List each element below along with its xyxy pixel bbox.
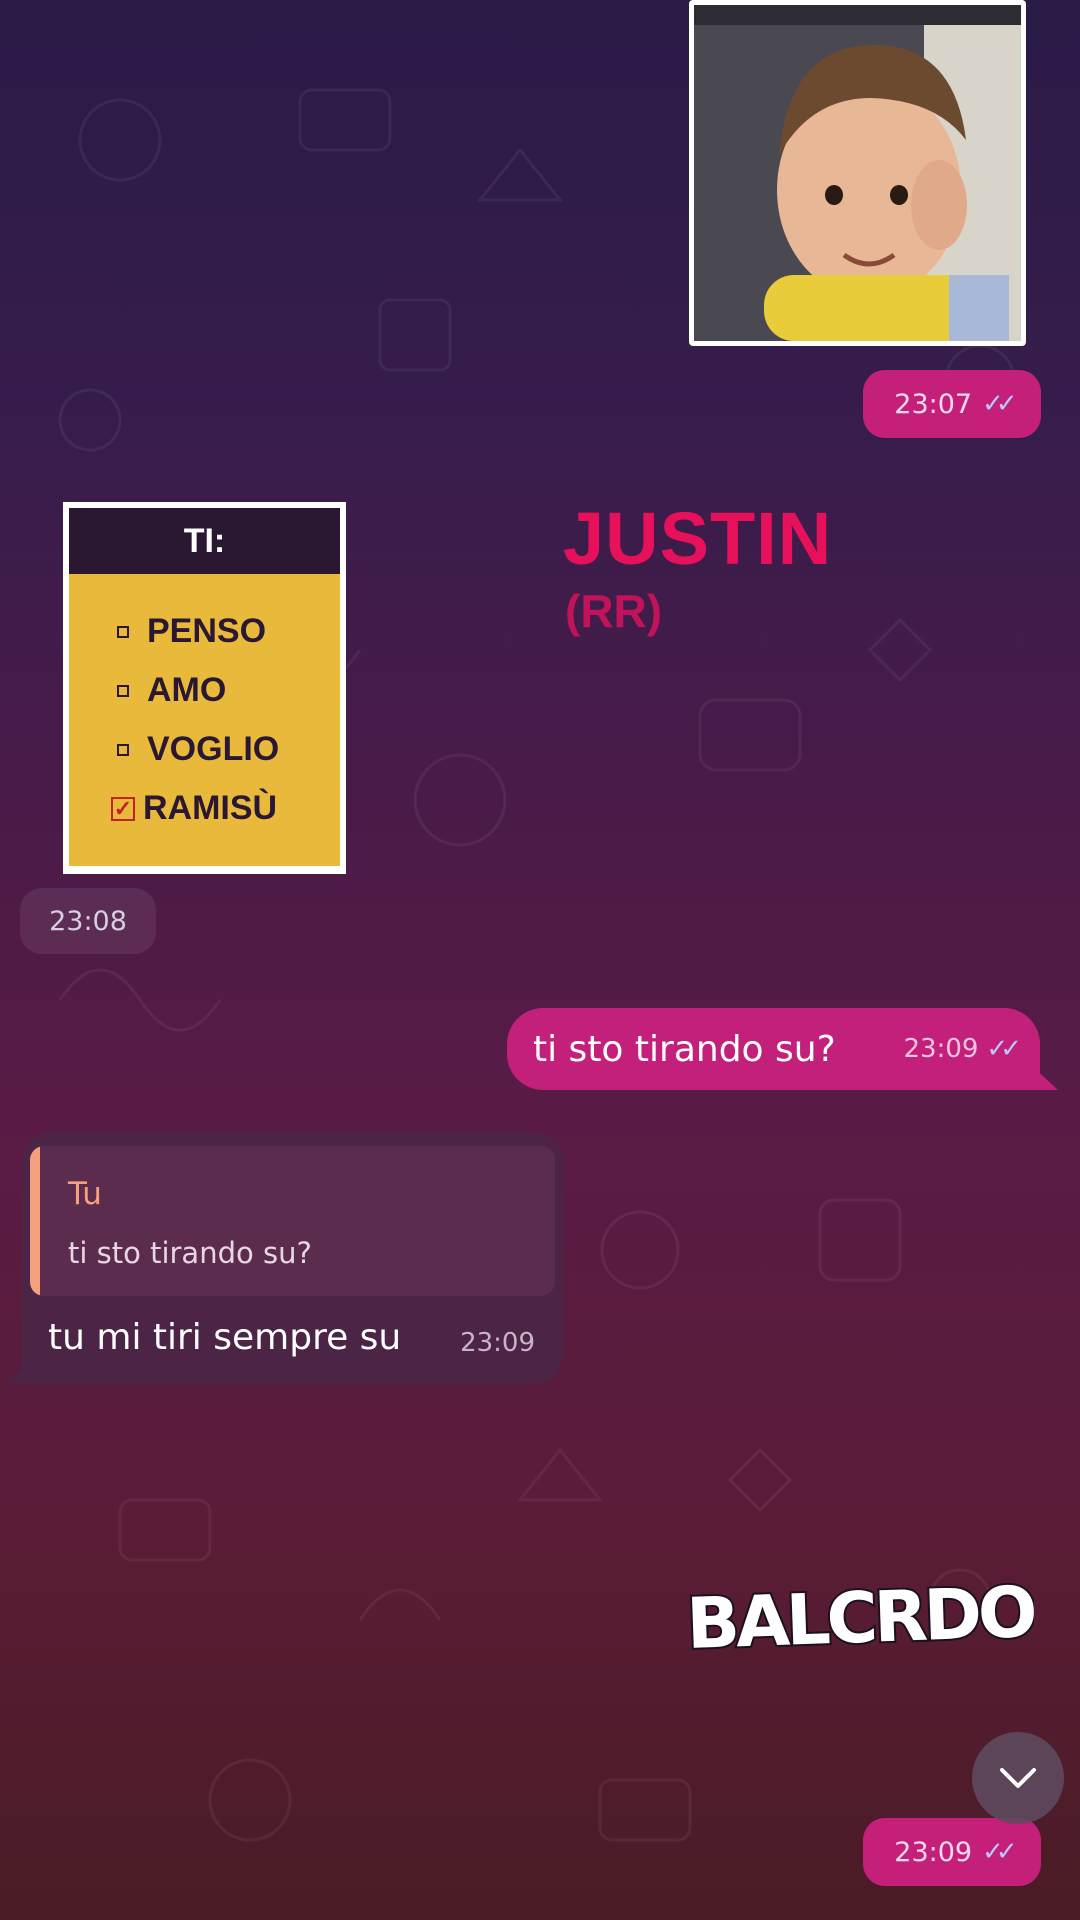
chevron-down-icon	[1000, 1768, 1036, 1788]
scroll-to-bottom-button[interactable]	[972, 1732, 1064, 1824]
bubble-tail	[1030, 1064, 1058, 1090]
balcrdo-logo-graphic: BALCRDO	[683, 1569, 1037, 1667]
message-time: 23:09	[894, 1836, 973, 1868]
message-time: 23:09	[903, 1034, 979, 1064]
double-check-icon: ✓✓	[982, 1837, 1017, 1867]
message-meta: 23:09 ✓✓	[903, 1034, 1021, 1064]
sticker-option-label: VOGLIO	[147, 730, 280, 768]
message-text: ti sto tirando su?	[533, 1028, 836, 1070]
message-time: 23:07	[894, 388, 973, 420]
sticker-option-label: AMO	[147, 671, 227, 709]
overlay-title: JUSTIN	[563, 497, 833, 580]
image-sticker[interactable]: TI: PENSO AMO VOGLIO ✓ RAMISÙ	[63, 502, 346, 874]
double-check-icon: ✓✓	[986, 1034, 1021, 1064]
incoming-reply-bubble[interactable]: Tu ti sto tirando su? tu mi tiri sempre …	[22, 1132, 563, 1384]
sticker-option-label: PENSO	[147, 612, 267, 650]
sticker-option-label: RAMISÙ	[143, 789, 278, 827]
toddler-illustration	[694, 5, 1021, 341]
outgoing-message-bubble[interactable]: ti sto tirando su? 23:09 ✓✓	[507, 1008, 1040, 1090]
sticker-option: VOGLIO	[117, 720, 340, 779]
message-time: 23:08	[49, 905, 127, 937]
double-check-icon: ✓✓	[982, 389, 1017, 419]
checkbox-icon	[117, 743, 129, 756]
checked-checkbox-icon: ✓	[111, 796, 135, 821]
sticker-option: PENSO	[117, 602, 340, 661]
checkbox-icon	[117, 684, 129, 697]
quote-accent-bar	[30, 1146, 40, 1296]
sticker-option: AMO	[117, 661, 340, 720]
sticker-options: PENSO AMO VOGLIO ✓ RAMISÙ	[69, 574, 340, 866]
timestamp-chip: 23:07 ✓✓	[863, 370, 1041, 438]
quote-text: ti sto tirando su?	[68, 1236, 312, 1270]
sticker-header: TI:	[69, 508, 340, 574]
watermark-logo: BALCRDO	[683, 1569, 1037, 1674]
quoted-message[interactable]: Tu ti sto tirando su?	[30, 1146, 555, 1296]
toddler-video-thumbnail	[694, 5, 1021, 341]
overlay-subtitle: (RR)	[565, 585, 663, 637]
quote-author: Tu	[68, 1176, 102, 1212]
timestamp-chip: 23:08	[20, 888, 156, 954]
checkbox-icon	[117, 625, 129, 638]
svg-text:BALCRDO: BALCRDO	[686, 1571, 1034, 1665]
sticker-option: ✓ RAMISÙ	[111, 779, 340, 838]
message-time: 23:09	[460, 1328, 535, 1358]
video-sticker[interactable]	[689, 0, 1026, 346]
timestamp-chip: 23:09 ✓✓	[863, 1818, 1041, 1886]
message-text: tu mi tiri sempre su	[48, 1317, 402, 1358]
